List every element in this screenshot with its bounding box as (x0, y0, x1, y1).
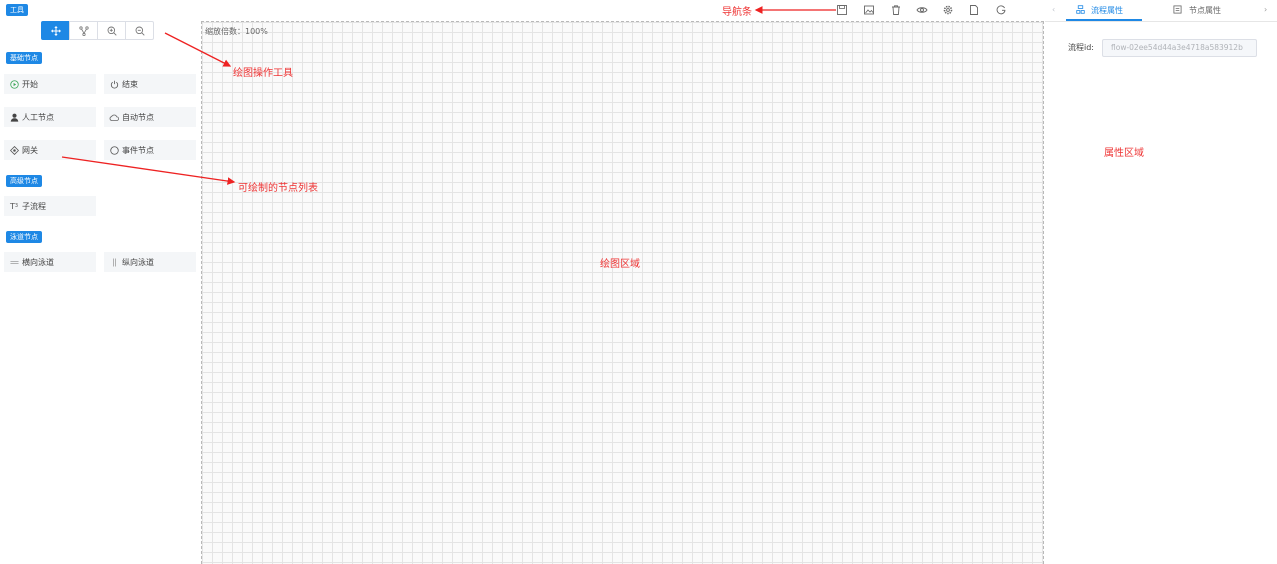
branch-icon (78, 25, 89, 36)
move-tool-button[interactable] (41, 21, 70, 40)
flow-properties-icon (1076, 5, 1085, 16)
tab-node-properties-label: 节点属性 (1189, 6, 1221, 15)
user-icon (9, 112, 19, 122)
refresh-icon[interactable] (995, 4, 1007, 16)
node-auto[interactable]: 自动节点 (104, 107, 196, 127)
node-start[interactable]: 开始 (4, 74, 96, 94)
node-event[interactable]: 事件节点 (104, 140, 196, 160)
image-icon[interactable] (863, 4, 875, 16)
node-subflow-label: 子流程 (22, 201, 46, 211)
tabs-scroll-left-icon[interactable]: ‹ (1052, 5, 1055, 14)
tool-button-group (41, 21, 161, 41)
document-icon[interactable] (968, 4, 980, 16)
node-auto-label: 自动节点 (122, 112, 154, 122)
node-properties-icon (1173, 5, 1182, 16)
zoom-level-label: 缩放倍数：100% (205, 27, 268, 36)
move-icon (50, 25, 61, 36)
gateway-diamond-icon (9, 145, 19, 155)
settings-icon[interactable] (942, 4, 954, 16)
cloud-icon (109, 112, 119, 122)
play-circle-icon (9, 79, 19, 89)
flow-id-label: 流程id: (1068, 43, 1094, 52)
power-icon (109, 79, 119, 89)
delete-icon[interactable] (890, 4, 902, 16)
event-circle-icon (109, 145, 119, 155)
preview-icon[interactable] (916, 4, 928, 16)
node-event-label: 事件节点 (122, 145, 154, 155)
node-end[interactable]: 结束 (104, 74, 196, 94)
vertical-lane-icon (109, 257, 119, 267)
node-subflow[interactable]: T3 子流程 (4, 196, 96, 216)
annotation-navbar: 导航条 (722, 7, 752, 18)
tab-node-properties[interactable]: 节点属性 (1173, 5, 1221, 16)
node-vertical-lane[interactable]: 纵向泳道 (104, 252, 196, 272)
node-end-label: 结束 (122, 79, 138, 89)
annotation-node-list: 可绘制的节点列表 (238, 183, 318, 194)
annotation-property-area: 属性区域 (1104, 148, 1144, 159)
advanced-nodes-section-label: 高级节点 (6, 175, 42, 187)
tabs-scroll-right-icon[interactable]: › (1264, 5, 1267, 14)
annotation-draw-area: 绘图区域 (600, 259, 640, 270)
tab-flow-properties[interactable]: 流程属性 (1076, 5, 1123, 16)
node-gateway[interactable]: 网关 (4, 140, 96, 160)
lane-nodes-section-label: 泳道节点 (6, 231, 42, 243)
zoom-in-icon (107, 26, 117, 36)
node-palette: 工具 基础节点 开始 结束 人工节点 自动节点 网关 事件节点 高级节点 T 3… (0, 0, 200, 564)
zoom-out-tool-button[interactable] (125, 21, 154, 40)
flow-id-field[interactable]: flow-02ee54d44a3e4718a583912b (1102, 39, 1257, 57)
tab-flow-properties-label: 流程属性 (1091, 6, 1123, 15)
zoom-in-tool-button[interactable] (97, 21, 126, 40)
node-start-label: 开始 (22, 79, 38, 89)
horizontal-lane-icon (9, 257, 19, 267)
node-gateway-label: 网关 (22, 145, 38, 155)
connect-tool-button[interactable] (69, 21, 98, 40)
property-panel (1045, 0, 1277, 564)
drawing-canvas[interactable] (201, 21, 1044, 564)
node-horizontal-lane-label: 横向泳道 (22, 257, 54, 267)
node-vertical-lane-label: 纵向泳道 (122, 257, 154, 267)
node-horizontal-lane[interactable]: 横向泳道 (4, 252, 96, 272)
node-manual[interactable]: 人工节点 (4, 107, 96, 127)
subflow-icon: T3 (9, 201, 19, 211)
zoom-out-icon (135, 26, 145, 36)
basic-nodes-section-label: 基础节点 (6, 52, 42, 64)
node-manual-label: 人工节点 (22, 112, 54, 122)
tools-section-label: 工具 (6, 4, 28, 16)
tabs-divider (1045, 21, 1277, 22)
save-icon[interactable] (836, 4, 848, 16)
annotation-draw-tools: 绘图操作工具 (233, 68, 293, 79)
